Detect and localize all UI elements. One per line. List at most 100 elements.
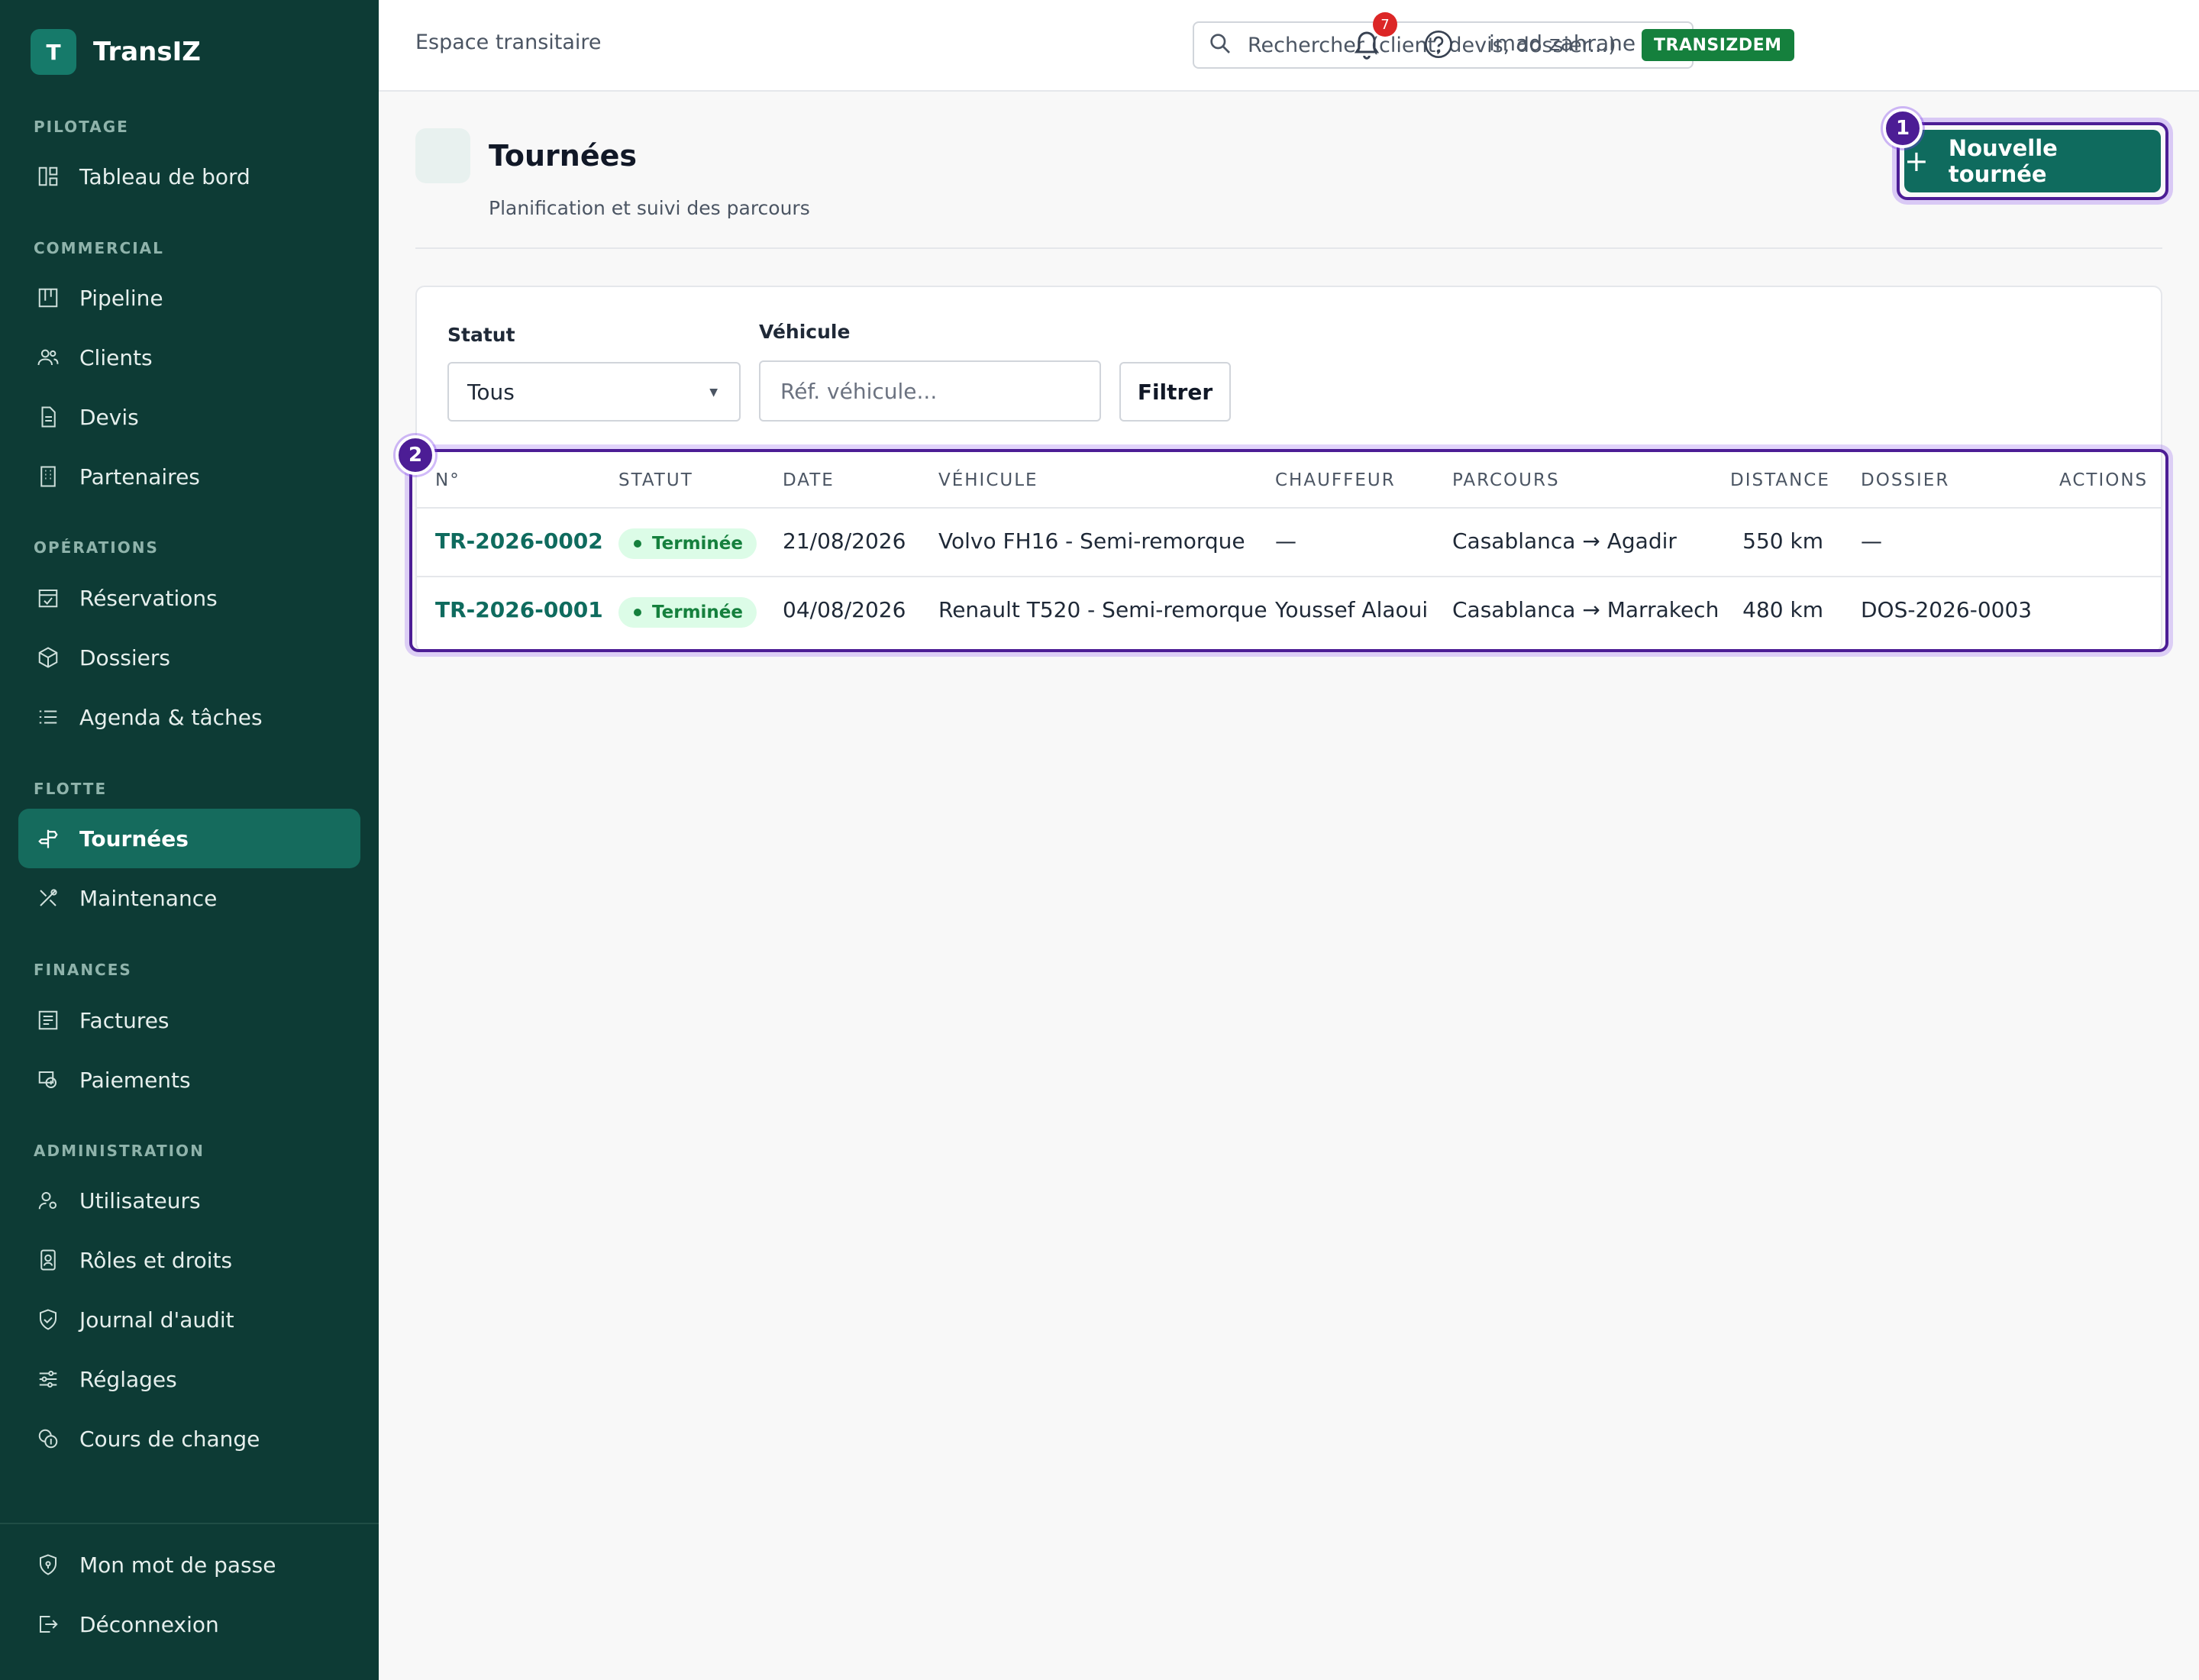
sidebar-item-deconnexion[interactable]: Déconnexion — [18, 1594, 360, 1654]
sidebar-item-devis[interactable]: Devis — [18, 387, 360, 447]
plus-icon: + — [1904, 144, 1929, 178]
brand-logo: T — [31, 29, 76, 75]
tour-distance: 550 km — [1742, 528, 1823, 554]
brand[interactable]: T TransIZ — [31, 29, 201, 75]
sidebar-item-clients[interactable]: Clients — [18, 328, 360, 387]
header-divider — [415, 247, 2162, 249]
document-icon — [37, 405, 60, 428]
section-title-administration: ADMINISTRATION — [34, 1142, 205, 1160]
sidebar-item-factures[interactable]: Factures — [18, 990, 360, 1050]
tour-vehicle: Volvo FH16 - Semi-remorque — [938, 528, 1245, 554]
sidebar-item-maintenance[interactable]: Maintenance — [18, 868, 360, 928]
tour-number-link[interactable]: TR-2026-0002 — [435, 528, 603, 554]
kanban-icon — [37, 286, 60, 309]
row-divider — [415, 576, 2162, 577]
column-header-driver: CHAUFFEUR — [1275, 470, 1396, 490]
sidebar: T TransIZ PILOTAGE Tableau de bord COMME… — [0, 0, 379, 1680]
column-header-vehicle: VÉHICULE — [938, 470, 1038, 490]
annotation-marker-2: 2 — [396, 435, 435, 475]
sidebar-item-label: Clients — [79, 344, 153, 370]
status-dot — [634, 609, 641, 616]
annotation-marker-1: 1 — [1883, 108, 1923, 148]
sidebar-item-label: Paiements — [79, 1067, 191, 1093]
column-header-actions: ACTIONS — [2059, 470, 2149, 490]
column-header-dossier: DOSSIER — [1861, 470, 1950, 490]
signpost-icon — [37, 827, 60, 850]
user-gear-icon — [37, 1189, 60, 1212]
sidebar-item-label: Pipeline — [79, 285, 163, 311]
column-header-status: STATUT — [618, 470, 693, 490]
section-title-commercial: COMMERCIAL — [34, 239, 164, 257]
shield-lock-icon — [37, 1553, 60, 1576]
search-icon — [1208, 31, 1232, 59]
status-select[interactable]: Tous ▼ — [447, 362, 741, 422]
sidebar-item-utilisateurs[interactable]: Utilisateurs — [18, 1171, 360, 1230]
sidebar-item-label: Réservations — [79, 585, 218, 611]
column-header-route: PARCOURS — [1452, 470, 1560, 490]
sidebar-item-label: Partenaires — [79, 464, 200, 489]
tenant-badge: TRANSIZDEM — [1642, 29, 1794, 61]
list-icon — [37, 706, 60, 729]
tools-icon — [37, 887, 60, 909]
column-header-number: N° — [435, 470, 460, 490]
status-badge-label: Terminée — [652, 534, 743, 554]
filter-button[interactable]: Filtrer — [1119, 362, 1231, 422]
new-tour-label: Nouvelle tournée — [1948, 135, 2058, 187]
coins-icon — [37, 1427, 60, 1450]
sidebar-item-label: Devis — [79, 404, 139, 430]
tour-route: Casablanca → Agadir — [1452, 528, 1677, 554]
sidebar-item-journal-audit[interactable]: Journal d'audit — [18, 1290, 360, 1349]
sidebar-item-label: Utilisateurs — [79, 1187, 201, 1213]
sidebar-item-label: Cours de change — [79, 1426, 260, 1452]
dashboard-icon — [37, 165, 60, 188]
status-filter-label: Statut — [447, 324, 515, 346]
status-badge: Terminée — [618, 528, 757, 559]
sidebar-item-cours-de-change[interactable]: Cours de change — [18, 1409, 360, 1468]
sidebar-item-dossiers[interactable]: Dossiers — [18, 628, 360, 687]
sidebar-item-paiements[interactable]: Paiements — [18, 1050, 360, 1110]
users-icon — [37, 346, 60, 369]
tour-distance: 480 km — [1742, 597, 1823, 622]
logout-icon — [37, 1613, 60, 1636]
tour-number-link[interactable]: TR-2026-0001 — [435, 597, 603, 622]
sidebar-item-label: Tableau de bord — [79, 163, 250, 189]
invoice-icon — [37, 1009, 60, 1032]
chevron-down-icon: ▼ — [709, 386, 718, 399]
sidebar-item-label: Mon mot de passe — [79, 1552, 276, 1578]
topbar: Espace transitaire — [379, 0, 2199, 92]
sidebar-item-roles[interactable]: Rôles et droits — [18, 1230, 360, 1290]
vehicle-filter-label: Véhicule — [759, 321, 851, 343]
status-select-value: Tous — [467, 379, 515, 405]
help-icon[interactable] — [1423, 29, 1454, 60]
sidebar-item-reglages[interactable]: Réglages — [18, 1349, 360, 1409]
sidebar-item-label: Agenda & tâches — [79, 704, 263, 730]
sidebar-item-partenaires[interactable]: Partenaires — [18, 447, 360, 506]
sidebar-item-mot-de-passe[interactable]: Mon mot de passe — [18, 1535, 360, 1594]
sidebar-item-tournees[interactable]: Tournées — [18, 809, 360, 868]
shield-icon — [37, 1308, 60, 1331]
status-badge-label: Terminée — [652, 603, 743, 622]
column-header-date: DATE — [783, 470, 835, 490]
tour-dossier: — — [1861, 528, 1882, 554]
sidebar-item-reservations[interactable]: Réservations — [18, 568, 360, 628]
sidebar-item-agenda[interactable]: Agenda & tâches — [18, 687, 360, 747]
building-icon — [37, 465, 60, 488]
sidebar-item-pipeline[interactable]: Pipeline — [18, 268, 360, 328]
page-icon — [415, 128, 470, 183]
sidebar-item-label: Dossiers — [79, 645, 170, 670]
sidebar-item-tableau-de-bord[interactable]: Tableau de bord — [18, 147, 360, 206]
page-subtitle: Planification et suivi des parcours — [489, 197, 810, 219]
section-title-operations: OPÉRATIONS — [34, 538, 159, 557]
sidebar-item-label: Déconnexion — [79, 1611, 219, 1637]
sidebar-divider — [0, 1523, 379, 1524]
vehicle-input[interactable] — [759, 360, 1101, 422]
section-title-flotte: FLOTTE — [34, 780, 108, 798]
new-tour-button[interactable]: + Nouvelle tournée — [1904, 130, 2161, 192]
tour-dossier: DOS-2026-0003 — [1861, 597, 2033, 622]
tour-date: 21/08/2026 — [783, 528, 906, 554]
tour-driver: — — [1275, 528, 1296, 554]
workspace-title: Espace transitaire — [415, 31, 602, 54]
column-header-distance: DISTANCE — [1730, 470, 1830, 490]
user-name[interactable]: imad zahrane — [1489, 31, 1636, 56]
section-title-pilotage: PILOTAGE — [34, 118, 129, 136]
